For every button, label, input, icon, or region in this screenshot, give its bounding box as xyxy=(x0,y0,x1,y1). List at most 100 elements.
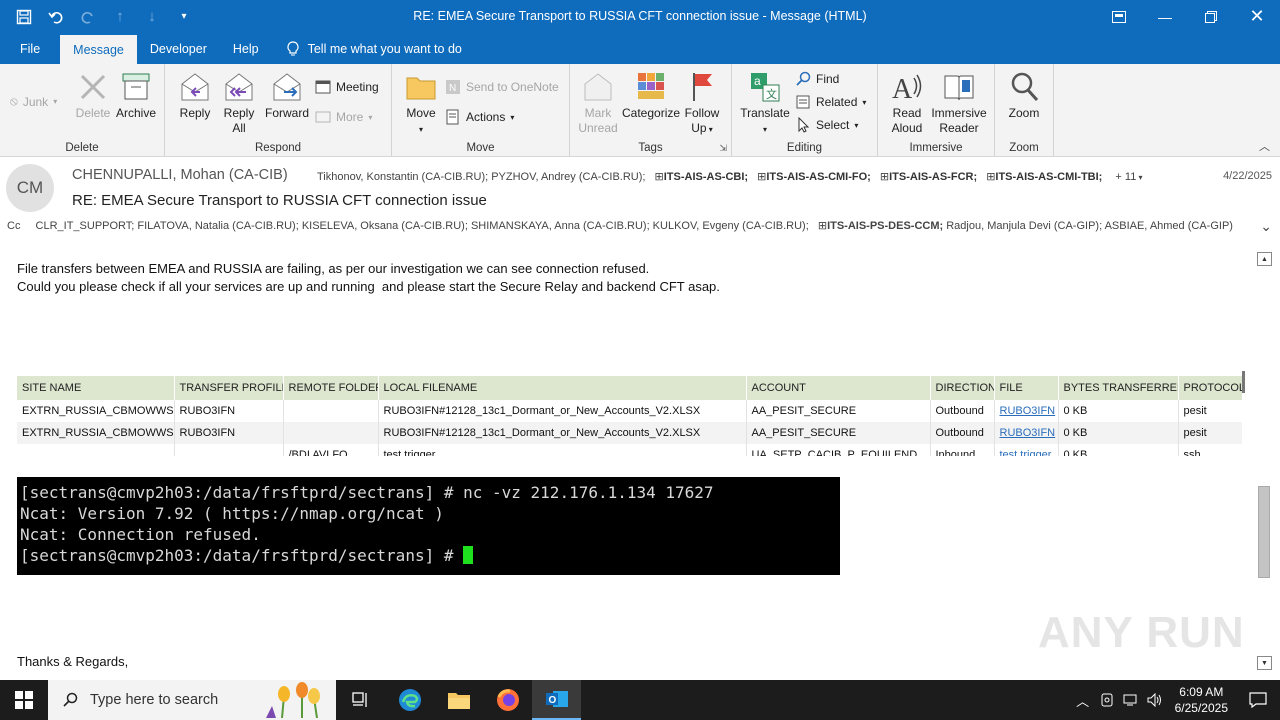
start-button[interactable] xyxy=(0,680,48,720)
firefox-taskbar-button[interactable] xyxy=(483,680,532,720)
task-view-button[interactable] xyxy=(336,680,385,720)
follow-up-button[interactable]: Follow Up ▾ xyxy=(682,70,722,137)
avatar[interactable]: CM xyxy=(6,164,54,212)
close-button[interactable]: ✕ xyxy=(1234,0,1280,33)
to-group-4[interactable]: ITS-AIS-AS-CMI-TBI; xyxy=(995,171,1102,183)
network-button[interactable] xyxy=(1119,693,1143,707)
read-aloud-button[interactable]: A Read Aloud xyxy=(886,70,928,136)
to-recipients-plain[interactable]: Tikhonov, Konstantin (CA-CIB.RU); PYZHOV… xyxy=(317,171,645,183)
cc-recipients-1[interactable]: CLR_IT_SUPPORT; FILATOVA, Natalia (CA-CI… xyxy=(36,220,809,232)
forward-button[interactable]: Forward xyxy=(263,70,311,121)
reply-all-button[interactable]: Reply All xyxy=(219,70,259,136)
mark-unread-button[interactable]: Mark Unread xyxy=(576,70,620,136)
chevron-down-icon: ▾ xyxy=(368,112,373,122)
transfer-table: SITE NAME TRANSFER PROFILE REMOTE FOLDER… xyxy=(17,376,1242,456)
select-cursor-icon xyxy=(798,117,810,133)
actions-icon xyxy=(446,109,459,125)
terminal-line: [sectrans@cmvp2h03:/data/frsftprd/sectra… xyxy=(20,546,464,565)
svg-text:A: A xyxy=(892,74,913,104)
move-button[interactable]: Move ▾ xyxy=(402,70,440,137)
translate-button[interactable]: a文 Translate ▾ xyxy=(738,70,792,137)
immersive-reader-button[interactable]: Immersive Reader xyxy=(930,70,988,136)
edge-icon xyxy=(398,689,421,711)
find-button[interactable]: Find xyxy=(795,71,839,87)
edge-taskbar-button[interactable] xyxy=(385,680,434,720)
table-cell xyxy=(283,400,379,422)
show-hidden-icons-button[interactable]: ︿ xyxy=(1071,691,1095,710)
to-group-2[interactable]: ITS-AIS-AS-CMI-FO; xyxy=(766,171,870,183)
taskbar: Type here to search O ︿ 6:09 AM 6/25/202… xyxy=(0,680,1280,720)
scroll-up-button[interactable]: ▲ xyxy=(1257,252,1272,266)
message-body: File transfers between EMEA and RUSSIA a… xyxy=(0,248,1256,674)
cc-group[interactable]: ITS-AIS-PS-DES-CCM; xyxy=(827,220,943,232)
chevron-down-icon: ⌄ xyxy=(1260,218,1272,234)
sender-name[interactable]: CHENNUPALLI, Mohan (CA-CIB) xyxy=(72,167,288,183)
actions-button[interactable]: Actions ▾ xyxy=(445,109,514,125)
collapse-ribbon-icon[interactable]: ︿ xyxy=(1259,138,1270,154)
notifications-button[interactable] xyxy=(1236,692,1280,708)
tab-message[interactable]: Message xyxy=(60,35,137,64)
mark-label-2: Unread xyxy=(578,121,618,135)
undo-button[interactable] xyxy=(42,3,70,31)
respond-group-label: Respond xyxy=(254,142,302,154)
save-button[interactable] xyxy=(10,3,38,31)
table-cell: AA_PESIT_SECURE xyxy=(746,400,931,422)
scrollbar-thumb[interactable] xyxy=(1258,486,1270,578)
zoom-button[interactable]: Zoom xyxy=(1003,70,1045,121)
file-explorer-taskbar-button[interactable] xyxy=(434,680,483,720)
table-cell: 0 KB xyxy=(1058,400,1179,422)
ribbon-display-options-button[interactable] xyxy=(1096,0,1142,33)
system-tray: ︿ 6:09 AM 6/25/2025 xyxy=(1071,680,1280,720)
more-respond-button[interactable]: More ▾ xyxy=(315,109,372,125)
tab-file[interactable]: File xyxy=(0,33,60,64)
next-item-button[interactable]: ↓ xyxy=(138,3,166,31)
maximize-button[interactable] xyxy=(1188,0,1234,33)
people-tray-button[interactable] xyxy=(1095,693,1119,707)
immersive-reader-label-1: Immersive xyxy=(931,106,987,120)
previous-item-button[interactable]: ↑ xyxy=(106,3,134,31)
expand-header-button[interactable]: ⌄ xyxy=(1260,218,1272,235)
window-controls: — ✕ xyxy=(1096,0,1280,33)
taskbar-search[interactable]: Type here to search xyxy=(48,680,336,720)
col-protocol: PROTOCOL xyxy=(1178,376,1242,400)
reply-icon xyxy=(181,73,209,101)
customize-toolbar-button[interactable]: ▾ xyxy=(170,3,198,31)
to-group-3[interactable]: ITS-AIS-AS-FCR; xyxy=(889,171,977,183)
scroll-down-button[interactable]: ▼ xyxy=(1257,656,1272,670)
tell-me-box[interactable]: Tell me what you want to do xyxy=(272,33,462,64)
vertical-scrollbar[interactable]: ▲ ▼ xyxy=(1256,252,1273,672)
mark-label-1: Mark xyxy=(584,106,612,120)
minimize-button[interactable]: — xyxy=(1142,0,1188,33)
outlook-taskbar-button[interactable]: O xyxy=(532,680,581,720)
dialog-launcher-icon[interactable]: ⇲ xyxy=(719,143,727,154)
firefox-icon xyxy=(496,689,519,711)
table-cell: EXTRN_RUSSIA_CBMOWWSL xyxy=(17,400,175,422)
terminal-prompt-line: [sectrans@cmvp2h03:/data/frsftprd/sectra… xyxy=(20,545,840,566)
undo-icon xyxy=(48,11,63,24)
select-button[interactable]: Select ▾ xyxy=(795,117,858,133)
cc-label: Cc xyxy=(7,220,21,232)
table-header-row: SITE NAME TRANSFER PROFILE REMOTE FOLDER… xyxy=(17,376,1242,400)
table-cell: UA_SETP_CACIB_P_EQUILEND xyxy=(746,444,931,456)
cc-recipients-2[interactable]: Radjou, Manjula Devi (CA-GIP); ASBIAE, A… xyxy=(946,220,1233,232)
categorize-button[interactable]: Categorize xyxy=(622,70,680,121)
to-group-1[interactable]: ITS-AIS-AS-CBI; xyxy=(664,171,748,183)
tab-help[interactable]: Help xyxy=(220,33,272,64)
reply-button[interactable]: Reply xyxy=(175,70,215,121)
archive-button[interactable]: Archive xyxy=(114,70,158,121)
redo-button[interactable] xyxy=(74,3,102,31)
clock-date: 6/25/2025 xyxy=(1174,701,1228,715)
table-cell: /BDI AVLFO xyxy=(283,444,379,456)
follow-label-2: Up xyxy=(691,121,707,135)
chevron-up-icon: ︿ xyxy=(1076,693,1090,709)
delete-button[interactable]: Delete xyxy=(74,70,112,121)
clock-time: 6:09 AM xyxy=(1179,685,1224,699)
send-to-onenote-button[interactable]: N Send to OneNote xyxy=(445,79,559,95)
related-button[interactable]: Related ▾ xyxy=(795,94,866,110)
meeting-button[interactable]: Meeting xyxy=(315,79,379,95)
junk-button[interactable]: ⦸ Junk ▾ xyxy=(10,94,57,109)
taskbar-clock[interactable]: 6:09 AM 6/25/2025 xyxy=(1167,684,1236,716)
more-recipients[interactable]: + 11 xyxy=(1115,171,1136,183)
tab-developer[interactable]: Developer xyxy=(137,33,220,64)
volume-button[interactable] xyxy=(1143,693,1167,707)
